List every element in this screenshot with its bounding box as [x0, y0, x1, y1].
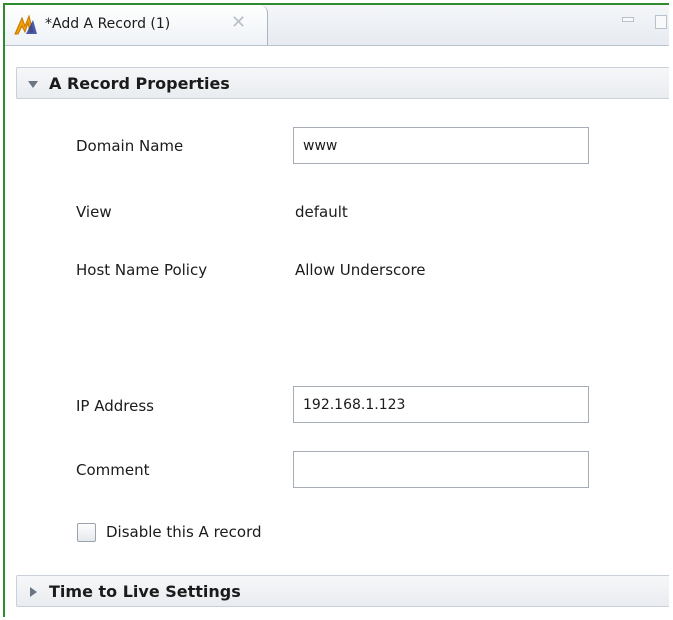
- ip-address-label: IP Address: [76, 397, 154, 415]
- tab-bar: *Add A Record (1) ✕: [5, 5, 669, 46]
- host-name-policy-value: Allow Underscore: [295, 261, 426, 279]
- chevron-down-icon: [28, 81, 38, 88]
- ip-address-input[interactable]: [293, 386, 589, 423]
- record-wizard-icon: [13, 14, 39, 36]
- domain-name-input[interactable]: [293, 127, 589, 164]
- domain-name-label: Domain Name: [76, 137, 184, 155]
- maximize-icon[interactable]: [655, 15, 667, 29]
- disable-record-checkbox[interactable]: [77, 523, 96, 542]
- section-title-ttl: Time to Live Settings: [49, 582, 241, 601]
- tab-title: *Add A Record (1): [45, 16, 171, 32]
- view-value: default: [295, 203, 348, 221]
- minimize-icon[interactable]: [622, 17, 634, 22]
- disable-record-label[interactable]: Disable this A record: [106, 523, 262, 541]
- section-header-a-record-properties[interactable]: A Record Properties: [16, 67, 669, 99]
- close-icon[interactable]: ✕: [231, 12, 246, 34]
- editor-frame: *Add A Record (1) ✕ A Record Properties …: [3, 3, 669, 617]
- tab-add-a-record[interactable]: *Add A Record (1) ✕: [5, 5, 268, 45]
- chevron-right-icon: [30, 587, 37, 597]
- section-title-properties: A Record Properties: [49, 74, 230, 93]
- host-name-policy-label: Host Name Policy: [76, 261, 208, 279]
- comment-input[interactable]: [293, 451, 589, 488]
- section-body-properties: [16, 99, 669, 563]
- view-label: View: [76, 203, 112, 221]
- section-header-time-to-live[interactable]: Time to Live Settings: [16, 575, 669, 607]
- comment-label: Comment: [76, 461, 150, 479]
